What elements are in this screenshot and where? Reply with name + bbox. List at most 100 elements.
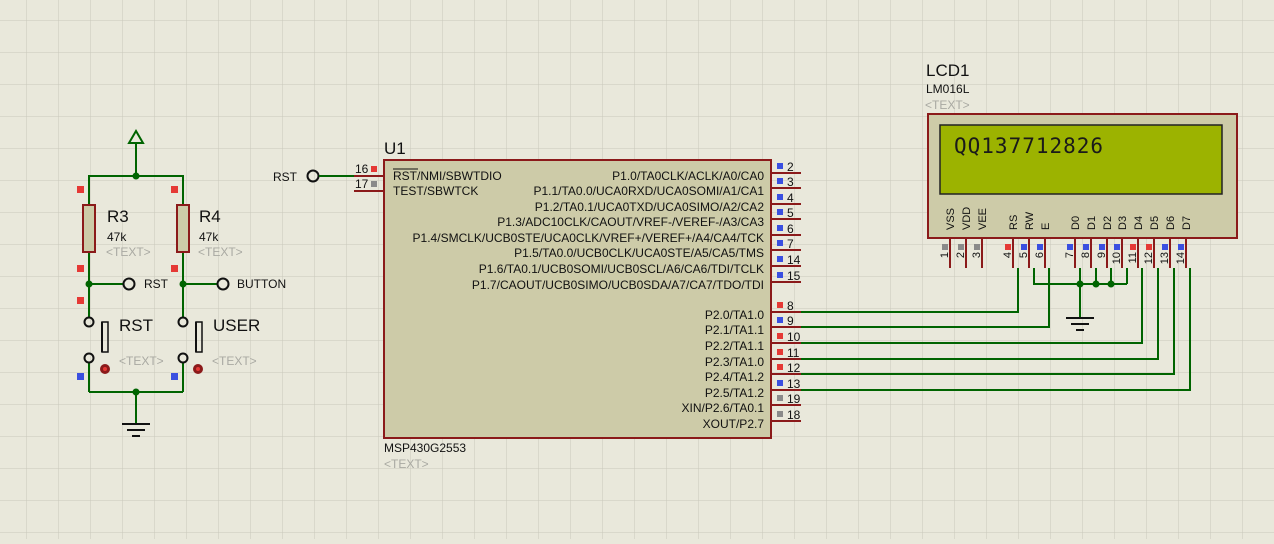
junction-dot xyxy=(1107,280,1115,288)
lcd-part: LM016L xyxy=(926,82,970,96)
pin-name: P1.3/ADC10CLK/CAOUT/VREF-/VEREF-/A3/CA3 xyxy=(497,215,764,229)
pin-number: 3 xyxy=(971,252,983,258)
pin-marker xyxy=(1114,244,1120,250)
pin-number: 2 xyxy=(787,160,794,174)
junction-dot xyxy=(1092,280,1100,288)
pin-marker xyxy=(777,302,783,308)
pin-name: P2.1/TA1.1 xyxy=(705,323,764,337)
pin-number: 16 xyxy=(355,162,369,176)
pin-number: 12 xyxy=(787,361,801,375)
pin-number: 6 xyxy=(787,222,794,236)
resistor-value: 47k xyxy=(199,230,219,244)
pin-number: 12 xyxy=(1143,252,1155,264)
pin-name: VSS xyxy=(945,208,957,230)
pin-name: VEE xyxy=(977,208,989,230)
junction-dot xyxy=(1076,280,1084,288)
pin-name: D6 xyxy=(1165,216,1177,230)
pin-marker xyxy=(777,240,783,246)
pin-number: 14 xyxy=(1175,252,1187,264)
pin-number: 13 xyxy=(787,377,801,391)
pin-name: VDD xyxy=(961,207,973,230)
schematic-svg[interactable]: R3 47k <TEXT> R4 47k <TEXT> RST BUTTON R… xyxy=(0,0,1274,539)
pin-marker xyxy=(77,297,84,304)
pin-marker xyxy=(974,244,980,250)
lcd-text-placeholder: <TEXT> xyxy=(925,98,970,112)
lcd-ref: LCD1 xyxy=(926,61,969,80)
pin-number: 1 xyxy=(939,252,951,258)
pin-number: 6 xyxy=(1034,252,1046,258)
pin-marker xyxy=(942,244,948,250)
schematic-canvas[interactable]: R3 47k <TEXT> R4 47k <TEXT> RST BUTTON R… xyxy=(0,0,1274,539)
pin-marker xyxy=(777,333,783,339)
mcu-ref: U1 xyxy=(384,139,406,158)
pin-marker xyxy=(777,178,783,184)
pin-number: 4 xyxy=(787,191,794,205)
pin-number: 3 xyxy=(787,175,794,189)
terminal-label: RST xyxy=(273,170,298,184)
resistor-value: 47k xyxy=(107,230,127,244)
pin-marker xyxy=(777,411,783,417)
pin-marker xyxy=(1130,244,1136,250)
pin-marker xyxy=(1021,244,1027,250)
pin-marker xyxy=(1037,244,1043,250)
pin-number: 4 xyxy=(1002,252,1014,258)
mcu-u1[interactable]: U1 MSP430G2553 <TEXT> 16 RST/NMI/SBWTDIO 1… xyxy=(354,139,801,471)
pin-name: D2 xyxy=(1102,216,1114,230)
pin-marker xyxy=(777,380,783,386)
pin-number: 10 xyxy=(1111,252,1123,264)
pin-number: 2 xyxy=(955,252,967,258)
lcd-display-text: QQ137712826 xyxy=(954,134,1104,158)
pin-number: 9 xyxy=(1096,252,1108,258)
pin-name: P2.4/TA1.2 xyxy=(705,370,764,384)
pin-name: P1.7/CAOUT/UCB0SIMO/UCB0SDA/A7/CA7/TDO/T… xyxy=(472,278,764,292)
resistor-text-placeholder: <TEXT> xyxy=(106,245,151,259)
terminal-label: RST xyxy=(144,277,169,291)
pin-name: TEST/SBWTCK xyxy=(393,184,478,198)
resistor-body[interactable] xyxy=(176,204,190,253)
pin-name: P1.1/TA0.0/UCA0RXD/UCA0SOMI/A1/CA1 xyxy=(533,184,764,198)
pin-marker xyxy=(777,194,783,200)
pin-number: 8 xyxy=(1080,252,1092,258)
pin-name: XIN/P2.6/TA0.1 xyxy=(682,401,765,415)
pin-marker xyxy=(1099,244,1105,250)
pin-marker xyxy=(777,163,783,169)
button-text-placeholder: <TEXT> xyxy=(119,354,164,368)
pin-number: 7 xyxy=(787,237,794,251)
pin-marker xyxy=(777,349,783,355)
pin-marker xyxy=(777,272,783,278)
pin-number: 5 xyxy=(787,206,794,220)
pin-marker xyxy=(171,373,178,380)
pin-name: P1.5/TA0.0/UCB0CLK/UCA0STE/A5/CA5/TMS xyxy=(514,246,764,260)
pin-number: 17 xyxy=(355,177,369,191)
pin-name: P1.4/SMCLK/UCB0STE/UCA0CLK/VREF+/VEREF+/… xyxy=(413,231,764,245)
resistor-body[interactable] xyxy=(82,204,96,253)
pin-marker xyxy=(777,256,783,262)
button-ref: RST xyxy=(119,316,153,335)
pin-name: RS xyxy=(1008,215,1020,230)
pin-marker xyxy=(777,209,783,215)
pin-marker xyxy=(1162,244,1168,250)
pin-number: 15 xyxy=(787,269,801,283)
pin-name: P1.6/TA0.1/UCB0SOMI/UCB0SCL/A6/CA6/TDI/T… xyxy=(479,262,764,276)
pin-marker xyxy=(1067,244,1073,250)
pin-name: XOUT/P2.7 xyxy=(703,417,765,431)
pin-name: D7 xyxy=(1181,216,1193,230)
pin-name: P1.2/TA0.1/UCA0TXD/UCA0SIMO/A2/CA2 xyxy=(535,200,765,214)
pin-marker xyxy=(77,265,84,272)
pin-marker xyxy=(777,364,783,370)
pin-name: D5 xyxy=(1149,216,1161,230)
pin-number: 10 xyxy=(787,330,801,344)
terminal-label: BUTTON xyxy=(237,277,286,291)
pin-name: E xyxy=(1040,223,1052,230)
pin-number: 11 xyxy=(787,346,800,360)
button-text-placeholder: <TEXT> xyxy=(212,354,257,368)
pin-marker xyxy=(777,225,783,231)
pin-marker xyxy=(1178,244,1184,250)
pin-marker xyxy=(171,265,178,272)
pin-number: 18 xyxy=(787,408,801,422)
pin-marker xyxy=(1005,244,1011,250)
pin-marker xyxy=(77,373,84,380)
pin-name: P1.0/TA0CLK/ACLK/A0/CA0 xyxy=(612,169,764,183)
mcu-text-placeholder: <TEXT> xyxy=(384,457,429,471)
resistor-text-placeholder: <TEXT> xyxy=(198,245,243,259)
